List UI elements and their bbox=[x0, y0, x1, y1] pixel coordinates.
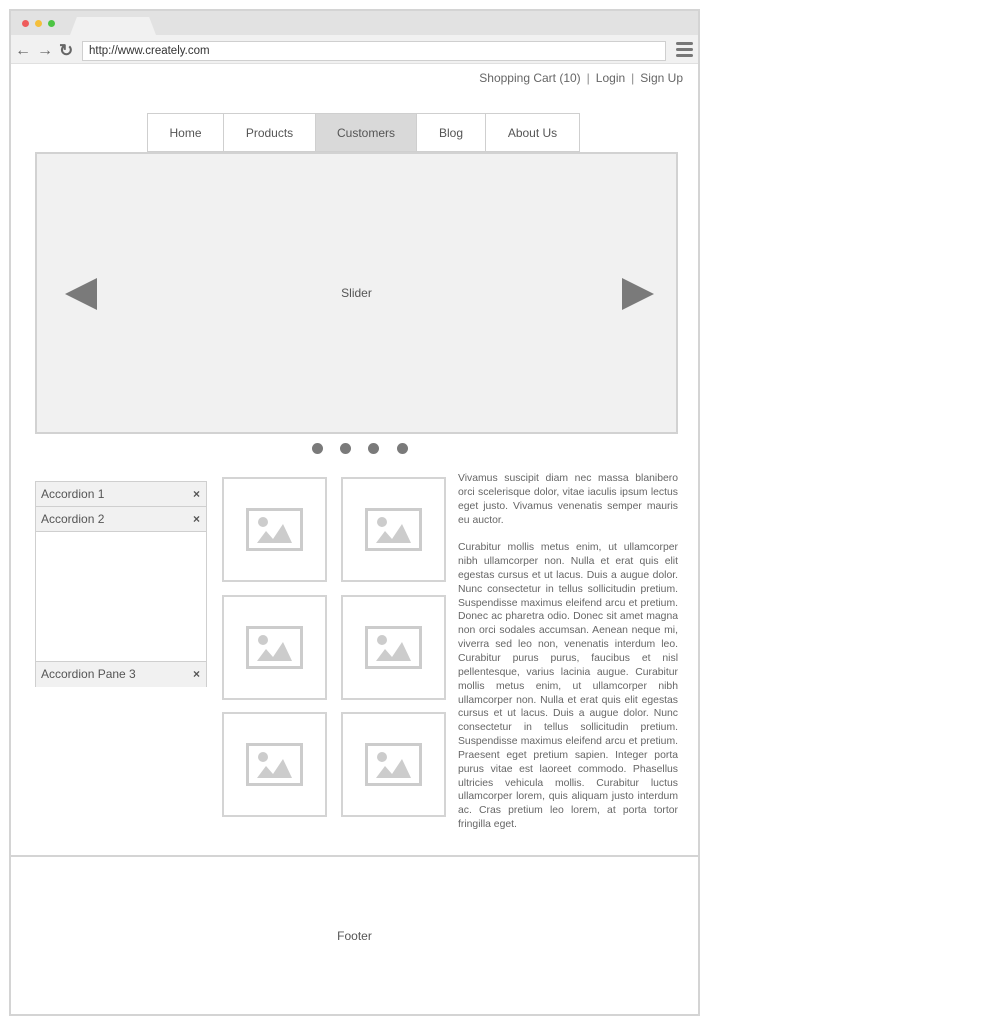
signup-link[interactable]: Sign Up bbox=[640, 71, 683, 85]
reload-icon[interactable]: ↻ bbox=[59, 42, 73, 60]
accordion-header[interactable]: Accordion 1 × bbox=[36, 482, 206, 507]
shopping-cart-link[interactable]: Shopping Cart (10) bbox=[479, 71, 580, 85]
paragraph: Vivamus suscipit diam nec massa blaniber… bbox=[458, 473, 678, 526]
close-window-button[interactable] bbox=[22, 20, 29, 27]
slider-dot[interactable] bbox=[368, 443, 379, 454]
accordion-pane-content bbox=[36, 532, 206, 662]
slider-dot[interactable] bbox=[340, 443, 351, 454]
image-placeholder-icon bbox=[246, 626, 303, 669]
main-nav: Home Products Customers Blog About Us bbox=[147, 113, 580, 152]
login-link[interactable]: Login bbox=[596, 71, 625, 85]
slider-dot[interactable] bbox=[397, 443, 408, 454]
image-thumbnail[interactable] bbox=[222, 477, 327, 582]
triangle-right-icon[interactable] bbox=[622, 278, 654, 310]
accordion-header[interactable]: Accordion Pane 3 × bbox=[36, 662, 206, 687]
separator: | bbox=[586, 71, 590, 85]
browser-tab[interactable] bbox=[70, 17, 156, 35]
image-placeholder-icon bbox=[246, 508, 303, 551]
image-placeholder-icon bbox=[365, 626, 422, 669]
nav-item-blog[interactable]: Blog bbox=[416, 113, 485, 152]
hamburger-menu-icon[interactable] bbox=[676, 42, 693, 58]
close-icon[interactable]: × bbox=[193, 507, 200, 531]
accordion: Accordion 1 × Accordion 2 × Accordion Pa… bbox=[35, 481, 207, 687]
nav-item-about-us[interactable]: About Us bbox=[485, 113, 580, 152]
nav-item-home[interactable]: Home bbox=[147, 113, 223, 152]
accordion-header-label: Accordion 2 bbox=[41, 512, 105, 526]
footer-label: Footer bbox=[337, 928, 372, 943]
body-text: Vivamus suscipit diam nec massa blaniber… bbox=[458, 472, 678, 846]
image-thumbnail[interactable] bbox=[341, 477, 446, 582]
slider-label: Slider bbox=[341, 286, 372, 300]
maximize-window-button[interactable] bbox=[48, 20, 55, 27]
image-slider: Slider bbox=[35, 152, 678, 434]
image-thumbnail[interactable] bbox=[222, 595, 327, 700]
image-thumbnail[interactable] bbox=[222, 712, 327, 817]
nav-item-products[interactable]: Products bbox=[223, 113, 315, 152]
image-placeholder-icon bbox=[365, 743, 422, 786]
back-arrow-icon[interactable]: ← bbox=[15, 42, 31, 60]
account-links: Shopping Cart (10) | Login | Sign Up bbox=[479, 71, 683, 85]
separator: | bbox=[631, 71, 635, 85]
paragraph: Curabitur mollis metus enim, ut ullamcor… bbox=[458, 542, 678, 831]
image-thumbnail[interactable] bbox=[341, 712, 446, 817]
nav-item-customers[interactable]: Customers bbox=[315, 113, 416, 152]
minimize-window-button[interactable] bbox=[35, 20, 42, 27]
accordion-header[interactable]: Accordion 2 × bbox=[36, 507, 206, 532]
image-thumbnail[interactable] bbox=[341, 595, 446, 700]
image-placeholder-icon bbox=[365, 508, 422, 551]
triangle-left-icon[interactable] bbox=[65, 278, 97, 310]
close-icon[interactable]: × bbox=[193, 662, 200, 686]
accordion-header-label: Accordion Pane 3 bbox=[41, 667, 136, 681]
slider-dot[interactable] bbox=[312, 443, 323, 454]
footer: Footer bbox=[11, 857, 698, 1014]
url-input[interactable]: http://www.creately.com bbox=[82, 41, 666, 61]
forward-arrow-icon[interactable]: → bbox=[37, 42, 53, 60]
image-placeholder-icon bbox=[246, 743, 303, 786]
accordion-header-label: Accordion 1 bbox=[41, 487, 105, 501]
close-icon[interactable]: × bbox=[193, 482, 200, 506]
